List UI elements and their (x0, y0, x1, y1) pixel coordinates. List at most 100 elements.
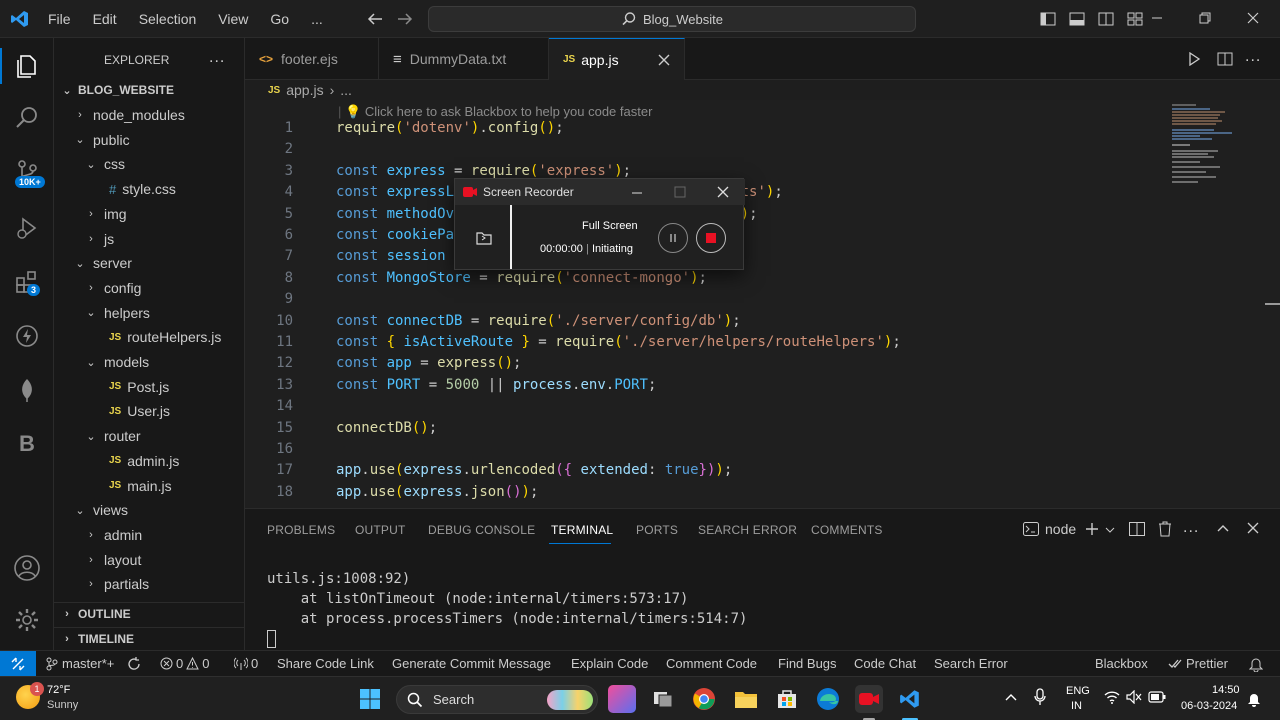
explorer-more-button[interactable]: ... (209, 49, 225, 67)
copilot-icon[interactable] (608, 685, 636, 713)
breadcrumb-file[interactable]: app.js (286, 82, 323, 98)
explorer-icon[interactable] (11, 50, 43, 82)
tree-item[interactable]: › layout (54, 549, 244, 571)
comment-code[interactable]: Comment Code (666, 656, 757, 671)
menu-more[interactable]: ... (311, 11, 323, 27)
blackbox-status[interactable]: Blackbox (1095, 656, 1148, 671)
customize-layout-icon[interactable] (1127, 11, 1143, 27)
remote-button[interactable] (0, 651, 36, 677)
back-arrow-icon[interactable] (366, 11, 384, 27)
code-line[interactable]: 9 (245, 291, 1245, 313)
store-icon[interactable] (773, 685, 801, 713)
search-error[interactable]: Search Error (934, 656, 1008, 671)
settings-gear-icon[interactable] (11, 604, 43, 636)
breadcrumb-rest[interactable]: ... (340, 82, 352, 98)
tree-item[interactable]: › partials (54, 573, 244, 595)
weather-temp[interactable]: 72°F (47, 684, 70, 696)
tree-item[interactable]: JS admin.js (54, 450, 244, 472)
tree-item[interactable]: ⌄ models (54, 351, 244, 373)
close-window-icon[interactable] (1246, 11, 1260, 25)
panel-tab-ports[interactable]: PORTS (636, 523, 678, 537)
menu-selection[interactable]: Selection (139, 11, 197, 27)
panel-tab-output[interactable]: OUTPUT (355, 523, 406, 537)
generate-commit-message[interactable]: Generate Commit Message (392, 656, 551, 671)
windows-start-icon[interactable] (356, 685, 384, 713)
code-line[interactable]: 1 require('dotenv').config(); (245, 120, 1245, 142)
chevron-down-icon[interactable] (1105, 526, 1115, 534)
wifi-icon[interactable] (1104, 690, 1120, 704)
menu-view[interactable]: View (218, 11, 248, 27)
command-center-search[interactable]: Blog_Website (428, 6, 916, 32)
panel-more-button[interactable]: ... (1183, 519, 1199, 537)
tree-item[interactable]: › node_modules (54, 104, 244, 126)
terminal-shell-selector[interactable]: node (1023, 521, 1076, 537)
file-explorer-icon[interactable] (732, 685, 760, 713)
code-line[interactable]: 18 app.use(express.json()); (245, 484, 1245, 506)
tree-item[interactable]: ⌄ server (54, 252, 244, 274)
tree-item[interactable]: › js (54, 228, 244, 250)
microphone-icon[interactable] (1034, 688, 1046, 706)
panel-tab-comments[interactable]: COMMENTS (811, 523, 883, 537)
share-code-link[interactable]: Share Code Link (277, 656, 374, 671)
sync-icon[interactable] (127, 657, 141, 671)
code-line[interactable]: 3 const express = require('express'); (245, 163, 1245, 185)
open-folder-icon[interactable] (476, 231, 492, 245)
tree-item[interactable]: › img (54, 203, 244, 225)
battery-icon[interactable] (1148, 691, 1166, 703)
toggle-secondary-sidebar-icon[interactable] (1098, 11, 1114, 27)
clock-time[interactable]: 14:50 (1212, 684, 1240, 696)
pause-button[interactable] (658, 223, 688, 253)
code-line[interactable]: 13 const PORT = 5000 || process.env.PORT; (245, 377, 1245, 399)
restore-icon[interactable] (1198, 11, 1212, 25)
extensions-icon[interactable]: 3 (11, 266, 43, 298)
timeline-section[interactable]: › TIMELINE (54, 627, 244, 649)
tree-item[interactable]: › config (54, 277, 244, 299)
panel-tab-search-error[interactable]: SEARCH ERROR (698, 523, 797, 537)
chrome-icon[interactable] (690, 685, 718, 713)
panel-tab-terminal[interactable]: TERMINAL (551, 523, 613, 537)
code-chat[interactable]: Code Chat (854, 656, 916, 671)
trash-icon[interactable] (1158, 521, 1172, 537)
code-line[interactable]: 4const expressLayout = require('express-… (245, 184, 1245, 206)
search-sidebar-icon[interactable] (11, 102, 43, 134)
problems-indicator[interactable]: 0 0 (160, 656, 209, 671)
forward-arrow-icon[interactable] (396, 11, 414, 27)
tab-app-js[interactable]: JS app.js (549, 38, 685, 80)
tree-item[interactable]: ⌄ helpers (54, 302, 244, 324)
minimize-icon[interactable] (1150, 11, 1164, 25)
prettier-status[interactable]: Prettier (1168, 656, 1228, 671)
volume-muted-icon[interactable] (1126, 690, 1142, 704)
tab-dummydata-txt[interactable]: ≡ DummyData.txt (379, 38, 549, 80)
account-icon[interactable] (11, 552, 43, 584)
blackbox-icon[interactable]: B (11, 428, 43, 460)
code-line[interactable]: 7const session = require('express-sessio… (245, 248, 1245, 270)
run-debug-icon[interactable] (11, 212, 43, 244)
minimap[interactable] (1170, 102, 1240, 186)
code-line[interactable]: 6const cookieParser = require('cookie-pa… (245, 227, 1245, 249)
code-line[interactable]: 5const methodOverride = require('method-… (245, 206, 1245, 228)
tree-item[interactable]: JS User.js (54, 400, 244, 422)
panel-tab-debug-console[interactable]: DEBUG CONSOLE (428, 523, 535, 537)
new-terminal-plus-icon[interactable] (1085, 522, 1099, 536)
tree-item[interactable]: › admin (54, 524, 244, 546)
tree-item[interactable]: ⌄ views (54, 499, 244, 521)
toggle-sidebar-icon[interactable] (1040, 11, 1056, 27)
taskbar-search[interactable]: Search (396, 685, 598, 714)
menu-edit[interactable]: Edit (93, 11, 117, 27)
tab-footer-ejs[interactable]: <> footer.ejs (245, 38, 379, 80)
tree-item[interactable]: # style.css (54, 178, 244, 200)
language-primary[interactable]: ENG (1066, 685, 1090, 697)
vscode-taskbar-icon[interactable] (896, 685, 924, 713)
split-editor-icon[interactable] (1217, 51, 1233, 67)
code-line[interactable]: 16 (245, 441, 1245, 463)
blackbox-hint[interactable]: | 💡 Click here to ask Blackbox to help y… (338, 104, 652, 120)
recorder-close-icon[interactable] (717, 186, 729, 198)
lightning-icon[interactable] (11, 320, 43, 352)
split-terminal-icon[interactable] (1129, 522, 1145, 536)
explain-code[interactable]: Explain Code (571, 656, 648, 671)
code-line[interactable]: 2 (245, 141, 1245, 163)
find-bugs[interactable]: Find Bugs (778, 656, 837, 671)
tree-item[interactable]: JS Post.js (54, 376, 244, 398)
task-view-icon[interactable] (650, 685, 678, 713)
screen-recorder-taskbar-icon[interactable] (855, 685, 883, 713)
